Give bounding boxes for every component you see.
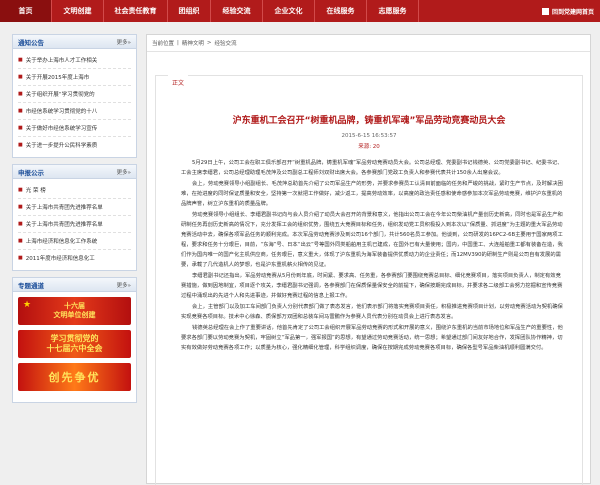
publicity-panel: 申报公示 更多» ■ 光 荣 榜 ■ 关于上海市共青团先进推荐名单 ■ 关于上海市共青… (12, 164, 137, 271)
section-tag: 正文 (168, 75, 189, 90)
back-to-portal-link[interactable]: 回到党建网首页 (541, 0, 600, 22)
publicity-item[interactable]: ■ 上海市经济和信息化工作系统 (18, 233, 131, 250)
bullet-icon: ■ (18, 187, 23, 193)
publicity-item-label: 关于上海市共青团先进推荐名单 (25, 222, 103, 228)
notice-panel-title: 通知公告 (18, 38, 44, 47)
breadcrumb-sep: | (177, 40, 179, 46)
publicity-item[interactable]: ■ 2011年度市经济和信息化工 (18, 250, 131, 266)
bullet-icon: ■ (18, 108, 23, 114)
notice-panel: 通知公告 更多» ■ 关于举办上海市人才工作相关 ■ 关于开展2015年度上海市 ■… (12, 34, 137, 158)
publicity-item-label: 上海市经济和信息化工作系统 (25, 239, 98, 245)
notice-list: ■ 关于举办上海市人才工作相关 ■ 关于开展2015年度上海市 ■ 关于组织开展“学习… (13, 49, 136, 157)
publicity-item-label: 光 荣 榜 (25, 188, 46, 194)
breadcrumb-sep: > (206, 40, 212, 46)
article-paragraph: 会上，劳动竞赛领导小组副组长、毛茂萍总助首先介绍了公司军品生产的形势，并要求参赛… (181, 181, 563, 207)
main-content: 当前位置 | 精神文明 > 经验交流 正文 沪东重机工会召开“树重机品牌，铸重机… (146, 34, 591, 485)
publicity-more-link[interactable]: 更多» (117, 168, 131, 176)
notice-item-label: 关于组织开展“学习贯彻党的 (25, 92, 95, 98)
publicity-item[interactable]: ■ 关于上海市共青团先进推荐名单 (18, 199, 131, 216)
bullet-icon: ■ (18, 57, 23, 63)
article-title: 沪东重机工会召开“树重机品牌，铸重机军魂”军品劳动竞赛动员大会 (232, 116, 506, 126)
article-body: 5月29日上午，公司工会在职工俱乐部召开“树重机品牌，铸重机军魂”军品劳动竞赛动… (181, 158, 566, 354)
special-panel-title: 专题通道 (18, 281, 44, 290)
bullet-icon: ■ (18, 238, 23, 244)
nav-online-service[interactable]: 在线服务 (315, 0, 367, 22)
notice-item[interactable]: ■ 关于举办上海市人才工作相关 (18, 52, 131, 69)
article-paragraph: 5月29日上午，公司工会在职工俱乐部召开“树重机品牌，铸重机军魂”军品劳动竞赛动… (181, 160, 563, 176)
notice-item[interactable]: ■ 关于进一步提升公民科学素质 (18, 137, 131, 153)
nav-civilization[interactable]: 文明创建 (52, 0, 104, 22)
notice-item[interactable]: ■ 关于组织开展“学习贯彻党的 (18, 86, 131, 103)
bullet-icon: ■ (18, 142, 23, 148)
article-paragraph: 劳动竞赛领导小组组长、李缙君副书记向与会人员介绍了动员大会召开的背景和意义，他指… (181, 212, 563, 268)
bullet-icon: ■ (18, 125, 23, 131)
special-banners: ★ 十六届 文明单位创建 学习贯彻党的 十七届六中全会 创先争优 (13, 292, 136, 402)
back-to-portal-label: 回到党建网首页 (551, 8, 594, 16)
breadcrumb-location: 当前位置 (152, 41, 175, 47)
breadcrumb: 当前位置 | 精神文明 > 经验交流 (147, 35, 590, 52)
nav-experience[interactable]: 经验交流 (211, 0, 263, 22)
special-more-link[interactable]: 更多» (117, 281, 131, 289)
notice-item-label: 关于做好市经信系统学习宣传 (25, 126, 98, 132)
publicity-item[interactable]: ■ 光 荣 榜 (18, 182, 131, 199)
bullet-icon: ■ (18, 255, 23, 261)
sidebar: 通知公告 更多» ■ 关于举办上海市人才工作相关 ■ 关于开展2015年度上海市 ■… (12, 34, 137, 409)
notice-item-label: 关于开展2015年度上海市 (25, 75, 90, 81)
star-icon: ★ (23, 300, 32, 310)
notice-item[interactable]: ■ 市经信系统学习贯彻党的十八 (18, 103, 131, 120)
nav-volunteer[interactable]: 志愿服务 (367, 0, 419, 22)
notice-item[interactable]: ■ 关于做好市经信系统学习宣传 (18, 120, 131, 137)
publicity-item-label: 2011年度市经济和信息化工 (25, 256, 95, 262)
publicity-item[interactable]: ■ 关于上海市共青团先进推荐名单 (18, 216, 131, 233)
article-paragraph: 会上，主管部门以及加工车间部门负责人分别代表部门做了表态发言，他们表示部门将落实… (181, 304, 563, 320)
notice-item-label: 关于进一步提升公民科学素质 (25, 143, 98, 149)
publicity-item-label: 关于上海市共青团先进推荐名单 (25, 205, 103, 211)
article: 正文 沪东重机工会召开“树重机品牌，铸重机军魂”军品劳动竞赛动员大会 2015-… (155, 75, 583, 485)
notice-item-label: 市经信系统学习贯彻党的十八 (25, 109, 98, 115)
bullet-icon: ■ (18, 74, 23, 80)
breadcrumb-civilization[interactable]: 精神文明 (182, 39, 204, 47)
nav-social-responsibility[interactable]: 社会责任教育 (104, 0, 168, 22)
publicity-panel-header: 申报公示 更多» (13, 165, 136, 179)
excellence-banner[interactable]: 创先争优 (18, 363, 131, 391)
article-paragraph: 钱德英总经理在会上作了重要讲话，他首先肯定了公司工会组织开展军品劳动竞赛的形式和… (181, 325, 563, 351)
article-date: 2015-6-15 16:53:57 (341, 133, 397, 139)
nav-youth-league[interactable]: 团组织 (168, 0, 211, 22)
bullet-icon: ■ (18, 204, 23, 210)
notice-panel-header: 通知公告 更多» (13, 35, 136, 49)
notice-item[interactable]: ■ 关于开展2015年度上海市 (18, 69, 131, 86)
civilization-banner-line2: 文明单位创建 (53, 311, 96, 319)
notice-more-link[interactable]: 更多» (117, 38, 131, 46)
breadcrumb-experience[interactable]: 经验交流 (215, 39, 237, 47)
article-source: 来源: 20 (358, 144, 380, 150)
civilization-banner-line1: 十六届 (64, 302, 85, 310)
special-panel: 专题通道 更多» ★ 十六届 文明单位创建 学习贯彻党的 十七届六中全会 创先争… (12, 277, 137, 403)
article-paragraph: 李缙君副书记还指出，军品劳动竞赛从5月份到年底，时间紧、要求高、任务重，各参赛部… (181, 273, 563, 299)
publicity-list: ■ 光 荣 榜 ■ 关于上海市共青团先进推荐名单 ■ 关于上海市共青团先进推荐名单 ■… (13, 179, 136, 270)
plenum-study-banner[interactable]: 学习贯彻党的 十七届六中全会 (18, 330, 131, 358)
plenum-banner-line1: 学习贯彻党的 (50, 334, 99, 343)
nav-home[interactable]: 首页 (0, 0, 52, 22)
nav-culture[interactable]: 企业文化 (263, 0, 315, 22)
bullet-icon: ■ (18, 91, 23, 97)
special-panel-header: 专题通道 更多» (13, 278, 136, 292)
publicity-panel-title: 申报公示 (18, 168, 44, 177)
home-square-icon (541, 7, 549, 15)
notice-item-label: 关于举办上海市人才工作相关 (25, 58, 98, 64)
top-nav: 首页 文明创建 社会责任教育 团组织 经验交流 企业文化 在线服务 志愿服务 回… (0, 0, 600, 22)
excellence-banner-label: 创先争优 (48, 371, 101, 384)
bullet-icon: ■ (18, 221, 23, 227)
plenum-banner-line2: 十七届六中全会 (46, 344, 103, 353)
civilization-banner[interactable]: ★ 十六届 文明单位创建 (18, 297, 131, 325)
